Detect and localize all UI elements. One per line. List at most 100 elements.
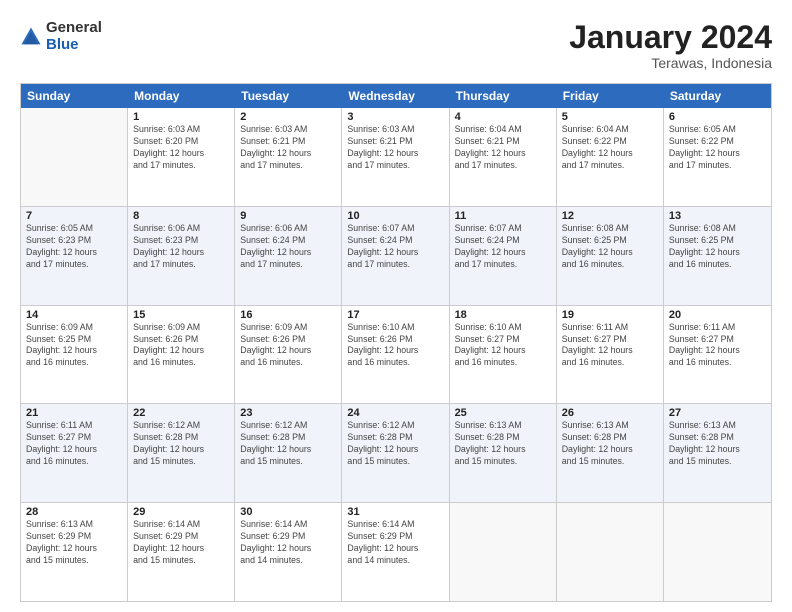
cell-info: Sunrise: 6:05 AM Sunset: 6:22 PM Dayligh… <box>669 124 766 172</box>
cell-info: Sunrise: 6:04 AM Sunset: 6:22 PM Dayligh… <box>562 124 658 172</box>
day-number: 10 <box>347 210 443 222</box>
cell-info: Sunrise: 6:13 AM Sunset: 6:28 PM Dayligh… <box>455 420 551 468</box>
calendar-cell-15: 15Sunrise: 6:09 AM Sunset: 6:26 PM Dayli… <box>128 306 235 404</box>
calendar-row-2: 14Sunrise: 6:09 AM Sunset: 6:25 PM Dayli… <box>21 306 771 405</box>
day-number: 15 <box>133 309 229 321</box>
logo-icon <box>20 26 42 48</box>
calendar-cell-4: 4Sunrise: 6:04 AM Sunset: 6:21 PM Daylig… <box>450 108 557 206</box>
title-block: January 2024 Terawas, Indonesia <box>569 20 772 71</box>
day-number: 18 <box>455 309 551 321</box>
day-number: 12 <box>562 210 658 222</box>
calendar-cell-1: 1Sunrise: 6:03 AM Sunset: 6:20 PM Daylig… <box>128 108 235 206</box>
calendar-cell-19: 19Sunrise: 6:11 AM Sunset: 6:27 PM Dayli… <box>557 306 664 404</box>
subtitle: Terawas, Indonesia <box>569 55 772 71</box>
day-number: 5 <box>562 111 658 123</box>
cell-info: Sunrise: 6:13 AM Sunset: 6:29 PM Dayligh… <box>26 519 122 567</box>
header: General Blue January 2024 Terawas, Indon… <box>20 20 772 71</box>
calendar-cell-11: 11Sunrise: 6:07 AM Sunset: 6:24 PM Dayli… <box>450 207 557 305</box>
cell-info: Sunrise: 6:08 AM Sunset: 6:25 PM Dayligh… <box>562 223 658 271</box>
calendar-cell-5: 5Sunrise: 6:04 AM Sunset: 6:22 PM Daylig… <box>557 108 664 206</box>
calendar-cell-26: 26Sunrise: 6:13 AM Sunset: 6:28 PM Dayli… <box>557 404 664 502</box>
cell-info: Sunrise: 6:05 AM Sunset: 6:23 PM Dayligh… <box>26 223 122 271</box>
cell-info: Sunrise: 6:14 AM Sunset: 6:29 PM Dayligh… <box>133 519 229 567</box>
cell-info: Sunrise: 6:07 AM Sunset: 6:24 PM Dayligh… <box>455 223 551 271</box>
logo-blue: Blue <box>46 37 102 54</box>
day-number: 7 <box>26 210 122 222</box>
header-day-saturday: Saturday <box>664 84 771 108</box>
calendar-cell-2: 2Sunrise: 6:03 AM Sunset: 6:21 PM Daylig… <box>235 108 342 206</box>
calendar-cell-21: 21Sunrise: 6:11 AM Sunset: 6:27 PM Dayli… <box>21 404 128 502</box>
calendar-cell-31: 31Sunrise: 6:14 AM Sunset: 6:29 PM Dayli… <box>342 503 449 601</box>
cell-info: Sunrise: 6:14 AM Sunset: 6:29 PM Dayligh… <box>347 519 443 567</box>
day-number: 6 <box>669 111 766 123</box>
calendar-cell-30: 30Sunrise: 6:14 AM Sunset: 6:29 PM Dayli… <box>235 503 342 601</box>
calendar-cell-12: 12Sunrise: 6:08 AM Sunset: 6:25 PM Dayli… <box>557 207 664 305</box>
cell-info: Sunrise: 6:08 AM Sunset: 6:25 PM Dayligh… <box>669 223 766 271</box>
cell-info: Sunrise: 6:12 AM Sunset: 6:28 PM Dayligh… <box>240 420 336 468</box>
calendar-cell-9: 9Sunrise: 6:06 AM Sunset: 6:24 PM Daylig… <box>235 207 342 305</box>
calendar-cell-6: 6Sunrise: 6:05 AM Sunset: 6:22 PM Daylig… <box>664 108 771 206</box>
day-number: 31 <box>347 506 443 518</box>
calendar-cell-7: 7Sunrise: 6:05 AM Sunset: 6:23 PM Daylig… <box>21 207 128 305</box>
calendar-cell-29: 29Sunrise: 6:14 AM Sunset: 6:29 PM Dayli… <box>128 503 235 601</box>
day-number: 27 <box>669 407 766 419</box>
header-day-monday: Monday <box>128 84 235 108</box>
calendar: SundayMondayTuesdayWednesdayThursdayFrid… <box>20 83 772 602</box>
cell-info: Sunrise: 6:12 AM Sunset: 6:28 PM Dayligh… <box>133 420 229 468</box>
cell-info: Sunrise: 6:03 AM Sunset: 6:21 PM Dayligh… <box>347 124 443 172</box>
calendar-cell-23: 23Sunrise: 6:12 AM Sunset: 6:28 PM Dayli… <box>235 404 342 502</box>
day-number: 17 <box>347 309 443 321</box>
cell-info: Sunrise: 6:09 AM Sunset: 6:25 PM Dayligh… <box>26 322 122 370</box>
cell-info: Sunrise: 6:09 AM Sunset: 6:26 PM Dayligh… <box>240 322 336 370</box>
calendar-cell-empty <box>664 503 771 601</box>
calendar-header: SundayMondayTuesdayWednesdayThursdayFrid… <box>21 84 771 108</box>
page: General Blue January 2024 Terawas, Indon… <box>0 0 792 612</box>
day-number: 8 <box>133 210 229 222</box>
calendar-cell-22: 22Sunrise: 6:12 AM Sunset: 6:28 PM Dayli… <box>128 404 235 502</box>
header-day-friday: Friday <box>557 84 664 108</box>
cell-info: Sunrise: 6:11 AM Sunset: 6:27 PM Dayligh… <box>562 322 658 370</box>
day-number: 25 <box>455 407 551 419</box>
calendar-cell-empty <box>450 503 557 601</box>
calendar-cell-empty <box>21 108 128 206</box>
calendar-row-3: 21Sunrise: 6:11 AM Sunset: 6:27 PM Dayli… <box>21 404 771 503</box>
cell-info: Sunrise: 6:14 AM Sunset: 6:29 PM Dayligh… <box>240 519 336 567</box>
cell-info: Sunrise: 6:06 AM Sunset: 6:23 PM Dayligh… <box>133 223 229 271</box>
day-number: 29 <box>133 506 229 518</box>
calendar-cell-empty <box>557 503 664 601</box>
cell-info: Sunrise: 6:04 AM Sunset: 6:21 PM Dayligh… <box>455 124 551 172</box>
header-day-tuesday: Tuesday <box>235 84 342 108</box>
calendar-row-0: 1Sunrise: 6:03 AM Sunset: 6:20 PM Daylig… <box>21 108 771 207</box>
calendar-cell-27: 27Sunrise: 6:13 AM Sunset: 6:28 PM Dayli… <box>664 404 771 502</box>
day-number: 24 <box>347 407 443 419</box>
day-number: 2 <box>240 111 336 123</box>
day-number: 19 <box>562 309 658 321</box>
cell-info: Sunrise: 6:07 AM Sunset: 6:24 PM Dayligh… <box>347 223 443 271</box>
calendar-body: 1Sunrise: 6:03 AM Sunset: 6:20 PM Daylig… <box>21 108 771 601</box>
day-number: 16 <box>240 309 336 321</box>
day-number: 1 <box>133 111 229 123</box>
day-number: 11 <box>455 210 551 222</box>
calendar-cell-16: 16Sunrise: 6:09 AM Sunset: 6:26 PM Dayli… <box>235 306 342 404</box>
calendar-cell-8: 8Sunrise: 6:06 AM Sunset: 6:23 PM Daylig… <box>128 207 235 305</box>
day-number: 23 <box>240 407 336 419</box>
calendar-cell-24: 24Sunrise: 6:12 AM Sunset: 6:28 PM Dayli… <box>342 404 449 502</box>
cell-info: Sunrise: 6:06 AM Sunset: 6:24 PM Dayligh… <box>240 223 336 271</box>
day-number: 28 <box>26 506 122 518</box>
calendar-cell-13: 13Sunrise: 6:08 AM Sunset: 6:25 PM Dayli… <box>664 207 771 305</box>
calendar-cell-10: 10Sunrise: 6:07 AM Sunset: 6:24 PM Dayli… <box>342 207 449 305</box>
calendar-cell-14: 14Sunrise: 6:09 AM Sunset: 6:25 PM Dayli… <box>21 306 128 404</box>
header-day-thursday: Thursday <box>450 84 557 108</box>
cell-info: Sunrise: 6:13 AM Sunset: 6:28 PM Dayligh… <box>562 420 658 468</box>
logo-general: General <box>46 20 102 37</box>
day-number: 30 <box>240 506 336 518</box>
calendar-cell-20: 20Sunrise: 6:11 AM Sunset: 6:27 PM Dayli… <box>664 306 771 404</box>
calendar-cell-28: 28Sunrise: 6:13 AM Sunset: 6:29 PM Dayli… <box>21 503 128 601</box>
day-number: 20 <box>669 309 766 321</box>
day-number: 26 <box>562 407 658 419</box>
cell-info: Sunrise: 6:03 AM Sunset: 6:21 PM Dayligh… <box>240 124 336 172</box>
cell-info: Sunrise: 6:12 AM Sunset: 6:28 PM Dayligh… <box>347 420 443 468</box>
calendar-cell-3: 3Sunrise: 6:03 AM Sunset: 6:21 PM Daylig… <box>342 108 449 206</box>
calendar-row-1: 7Sunrise: 6:05 AM Sunset: 6:23 PM Daylig… <box>21 207 771 306</box>
day-number: 14 <box>26 309 122 321</box>
